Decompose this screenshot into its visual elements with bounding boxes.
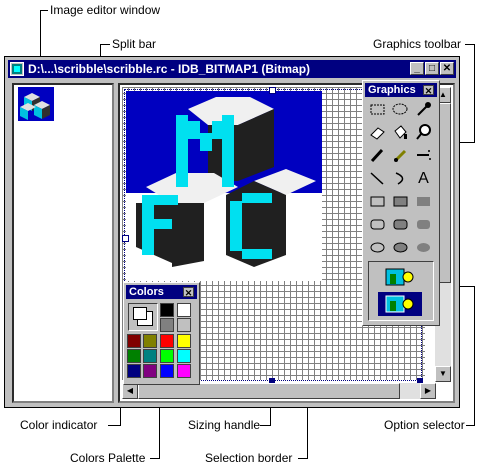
bitmap-preview-icon [18, 87, 54, 126]
callout-line [474, 286, 475, 426]
scroll-left-button[interactable]: ◀ [122, 383, 138, 399]
curve-icon[interactable] [390, 168, 411, 189]
option-transparent-icon[interactable] [378, 292, 422, 316]
color-swatch[interactable] [143, 334, 157, 348]
window-icon[interactable] [10, 62, 24, 76]
lasso-select-icon[interactable] [390, 99, 411, 120]
callout-color-indicator: Color indicator [20, 418, 98, 432]
horizontal-scrollbar[interactable]: ◀ ▶ [122, 383, 436, 399]
close-icon[interactable]: ✕ [423, 85, 434, 96]
brush-icon[interactable] [390, 145, 411, 166]
rect-select-icon[interactable] [367, 99, 388, 120]
fill-icon[interactable] [390, 122, 411, 143]
callout-line [474, 44, 475, 142]
solid-rectangle-icon[interactable] [413, 191, 434, 212]
rectangle-icon[interactable] [367, 191, 388, 212]
color-swatch[interactable] [177, 334, 191, 348]
colors-palette-label: Colors [129, 286, 164, 298]
window-title: D:\...\scribble\scribble.rc - IDB_BITMAP… [28, 62, 311, 76]
color-indicator [128, 303, 158, 331]
color-swatch[interactable] [160, 364, 174, 378]
callout-line [260, 425, 270, 426]
color-swatch[interactable] [160, 334, 174, 348]
close-button[interactable]: ✕ [440, 62, 454, 75]
callout-line [100, 44, 110, 45]
callout-line [40, 10, 41, 62]
color-swatch[interactable] [143, 364, 157, 378]
round-rect-icon[interactable] [367, 214, 388, 235]
filled-ellipse-icon[interactable] [390, 237, 411, 258]
color-swatch[interactable] [127, 334, 141, 348]
color-swatch[interactable] [143, 349, 157, 363]
maximize-button[interactable]: □ [425, 62, 439, 75]
solid-ellipse-icon[interactable] [413, 237, 434, 258]
magnify-icon[interactable] [413, 122, 434, 143]
line-icon[interactable] [367, 168, 388, 189]
preview-pane [12, 83, 114, 403]
option-selector [368, 261, 434, 321]
color-swatch[interactable] [127, 364, 141, 378]
scroll-down-button[interactable]: ▼ [435, 366, 451, 382]
color-swatch[interactable] [127, 349, 141, 363]
sizing-handle-top[interactable] [269, 87, 276, 94]
color-swatch[interactable] [177, 364, 191, 378]
minimize-button[interactable]: _ [410, 62, 424, 75]
color-swatch[interactable] [177, 349, 191, 363]
colors-palette: Colors ✕ [123, 282, 200, 385]
option-opaque-icon[interactable] [382, 266, 418, 288]
callout-line [40, 10, 48, 11]
pencil-icon[interactable] [367, 145, 388, 166]
graphics-toolbar: Graphics ✕ A [362, 80, 440, 326]
callout-split-bar: Split bar [112, 37, 157, 51]
callout-graphics-toolbar: Graphics toolbar [373, 37, 462, 51]
color-swatch[interactable] [160, 318, 174, 332]
scroll-thumb[interactable] [138, 383, 400, 399]
callout-line [466, 425, 475, 426]
callout-line [108, 425, 120, 426]
title-bar[interactable]: D:\...\scribble\scribble.rc - IDB_BITMAP… [8, 60, 456, 78]
text-icon[interactable]: A [413, 168, 434, 189]
callout-sizing-handle: Sizing handle [188, 418, 261, 432]
sizing-handle-left[interactable] [122, 235, 129, 242]
filled-round-rect-icon[interactable] [390, 214, 411, 235]
airbrush-icon[interactable] [413, 145, 434, 166]
callout-selection-border: Selection border [205, 451, 293, 465]
color-swatch[interactable] [177, 303, 191, 317]
graphics-toolbar-label: Graphics [368, 84, 416, 96]
colors-palette-title[interactable]: Colors ✕ [126, 285, 197, 299]
scroll-right-button[interactable]: ▶ [420, 383, 436, 399]
close-icon[interactable]: ✕ [183, 287, 194, 298]
color-swatch[interactable] [177, 318, 191, 332]
color-swatch[interactable] [160, 303, 174, 317]
pick-color-icon[interactable] [413, 99, 434, 120]
graphics-toolbar-title[interactable]: Graphics ✕ [365, 83, 437, 97]
foreground-color-swatch[interactable] [133, 307, 147, 320]
eraser-icon[interactable] [367, 122, 388, 143]
callout-option-selector: Option selector [384, 418, 465, 432]
callout-image-editor-window: Image editor window [50, 3, 161, 17]
solid-round-rect-icon[interactable] [413, 214, 434, 235]
callout-colors-palette: Colors Palette [70, 451, 146, 465]
color-swatch[interactable] [160, 349, 174, 363]
ellipse-icon[interactable] [367, 237, 388, 258]
filled-rectangle-icon[interactable] [390, 191, 411, 212]
